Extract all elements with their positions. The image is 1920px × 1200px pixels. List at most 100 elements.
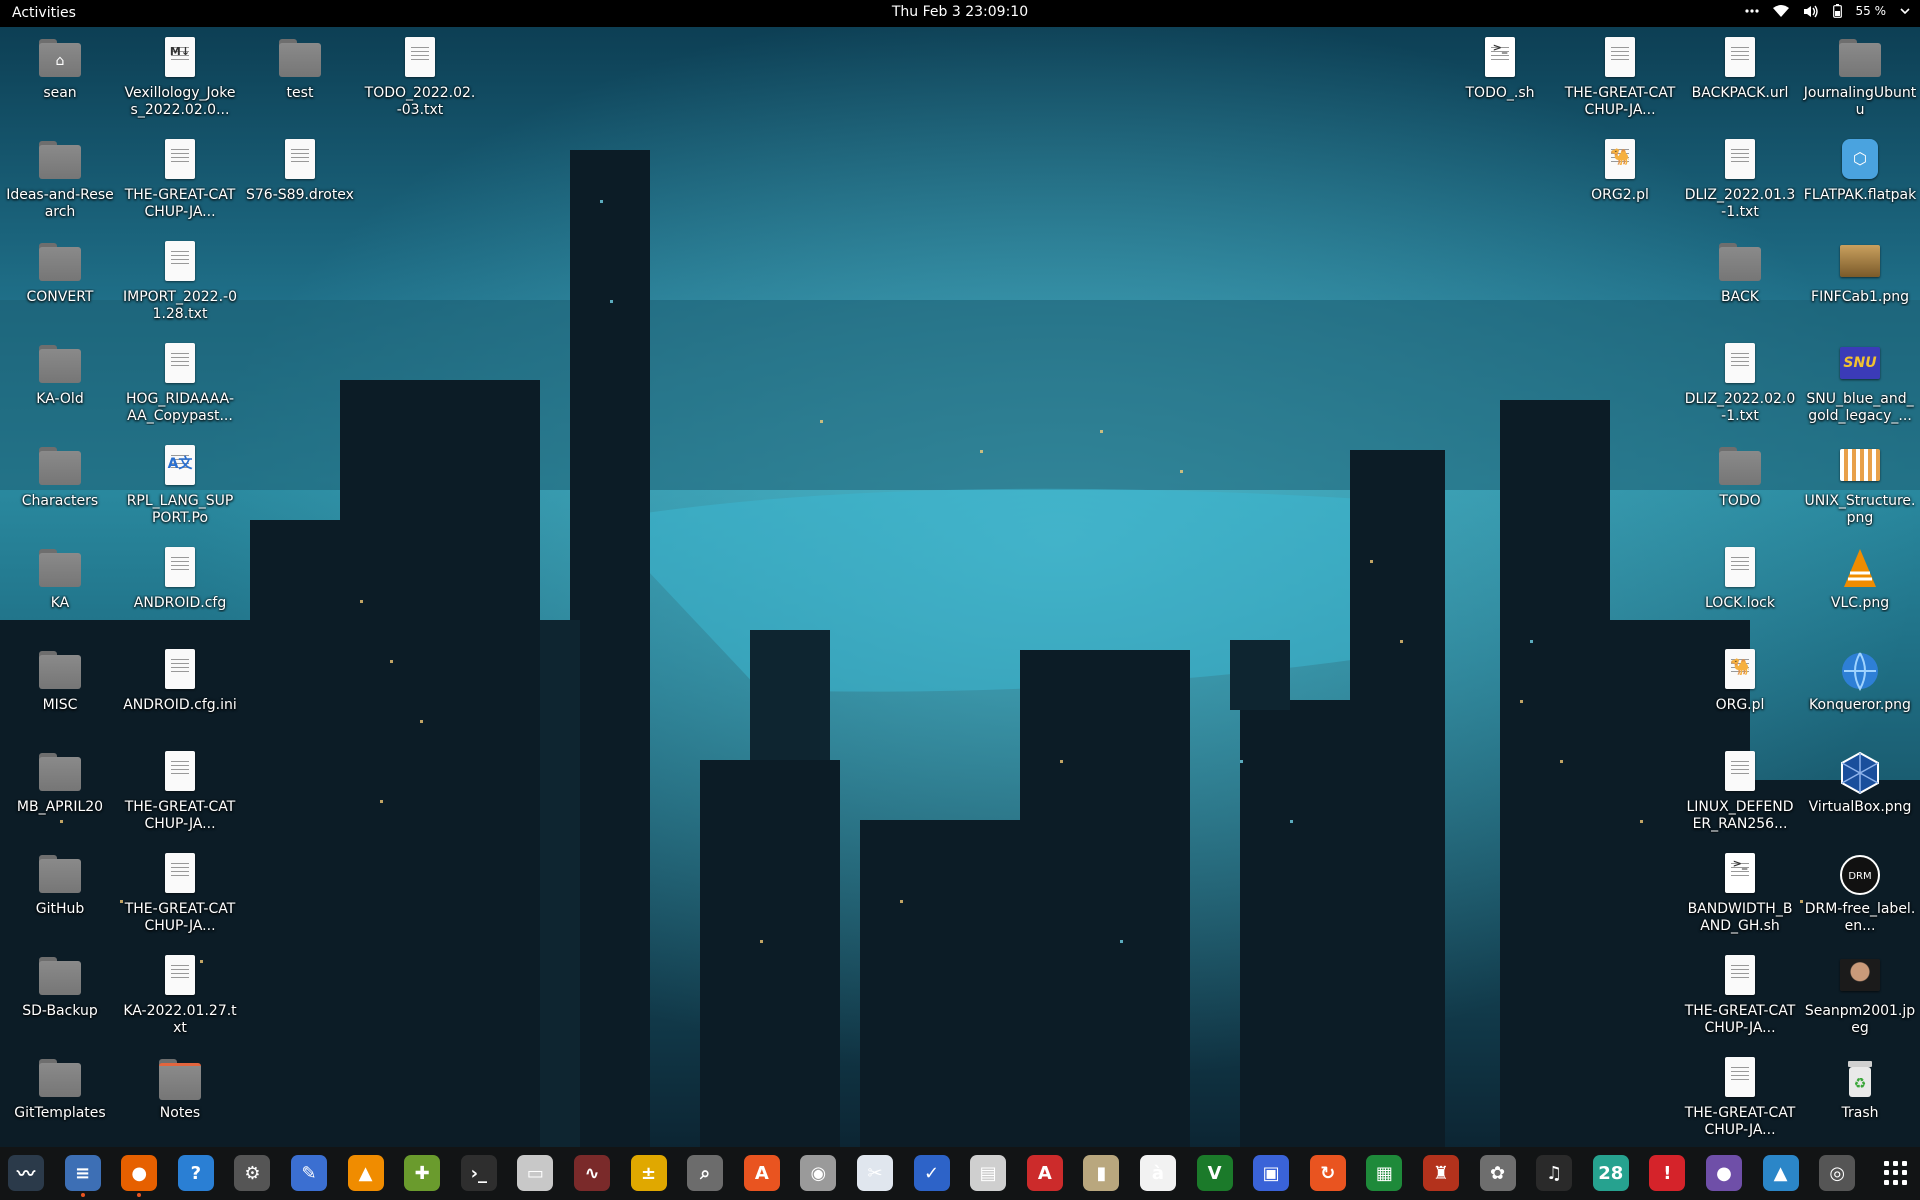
folder-icon — [36, 1055, 84, 1103]
desktop-item-unix-structure-png[interactable]: UNIX_Structure.png — [1801, 438, 1919, 536]
desktop-item-linux-defender-ran256[interactable]: LINUX_DEFENDER_RAN256... — [1681, 744, 1799, 842]
wifi-icon[interactable] — [1772, 5, 1789, 17]
dock-photo-app-icon[interactable]: ▲ — [1762, 1155, 1799, 1191]
clock[interactable]: Thu Feb 3 23:09:10 — [892, 4, 1028, 20]
dock-firefox-icon[interactable]: ● — [121, 1155, 158, 1197]
desktop-item-ka-2022-01-27-txt[interactable]: KA-2022.01.27.txt — [121, 948, 239, 1046]
desktop-item-todo-sh[interactable]: >_ TODO_.sh — [1441, 30, 1559, 128]
desktop-item-notes[interactable]: Notes — [121, 1050, 239, 1148]
volume-icon[interactable] — [1803, 5, 1819, 18]
dock-help-icon[interactable]: ? — [177, 1155, 214, 1191]
desktop-item-dliz-2022-01-3-1-txt[interactable]: DLIZ_2022.01.3-1.txt — [1681, 132, 1799, 230]
dock-vlc-icon[interactable]: ▲ — [347, 1155, 384, 1191]
desktop-item-ka-old[interactable]: KA-Old — [1, 336, 119, 434]
desktop-item-the-great-catchup-ja[interactable]: THE-GREAT-CATCHUP-JA... — [121, 744, 239, 842]
dock-gimp-icon[interactable]: ✿ — [1479, 1155, 1516, 1191]
desktop-item-ideas-and-research[interactable]: Ideas-and-Research — [1, 132, 119, 230]
desktop-item-sean[interactable]: ⌂ sean — [1, 30, 119, 128]
desktop-item-org-pl[interactable]: 🐪 ORG.pl — [1681, 642, 1799, 740]
dock-archive-manager-icon[interactable]: ▮ — [1083, 1155, 1120, 1191]
desktop-item-test[interactable]: test — [241, 30, 359, 128]
desktop-item-misc[interactable]: MISC — [1, 642, 119, 740]
desktop-item-rpl-lang-support-po[interactable]: A文 RPL_LANG_SUPPORT.Po — [121, 438, 239, 536]
dock-glyph: 28 — [1598, 1162, 1624, 1184]
dock-game-character-icon[interactable]: ♜ — [1423, 1155, 1459, 1191]
desktop-item-github[interactable]: GitHub — [1, 846, 119, 944]
desktop-item-bandwidth-band-gh-sh[interactable]: >_ BANDWIDTH_BAND_GH.sh — [1681, 846, 1799, 944]
desktop-item-convert[interactable]: CONVERT — [1, 234, 119, 332]
desktop-item-konqueror-png[interactable]: Konqueror.png — [1801, 642, 1919, 740]
desktop-item-lock-lock[interactable]: LOCK.lock — [1681, 540, 1799, 638]
desktop-item-snu-blue-and-gold-legacy[interactable]: SNU SNU_blue_and_gold_legacy_... — [1801, 336, 1919, 434]
desktop-item-backpack-url[interactable]: BACKPACK.url — [1681, 30, 1799, 128]
desktop-item-android-cfg[interactable]: ANDROID.cfg — [121, 540, 239, 638]
desktop-item-the-great-catchup-ja[interactable]: THE-GREAT-CATCHUP-JA... — [121, 132, 239, 230]
desktop-item-seanpm2001-jpeg[interactable]: Seanpm2001.jpeg — [1801, 948, 1919, 1046]
activities-button[interactable]: Activities — [12, 5, 76, 21]
desktop-item-todo[interactable]: TODO — [1681, 438, 1799, 536]
dock-terminal-icon[interactable]: ›_ — [460, 1155, 497, 1191]
show-applications-grid-icon[interactable] — [1884, 1161, 1908, 1185]
desktop-item-vlc-png[interactable]: VLC.png — [1801, 540, 1919, 638]
text-file-icon — [156, 851, 204, 899]
desktop-item-import-2022-01-28-txt[interactable]: IMPORT_2022.-01.28.txt — [121, 234, 239, 332]
desktop-item-sd-backup[interactable]: SD-Backup — [1, 948, 119, 1046]
desktop-item-characters[interactable]: Characters — [1, 438, 119, 536]
desktop-item-dliz-2022-02-0-1-txt[interactable]: DLIZ_2022.02.0-1.txt — [1681, 336, 1799, 434]
desktop-item-todo-2022-02-03-txt[interactable]: TODO_2022.02.-03.txt — [361, 30, 479, 128]
desktop-item-mb-april20[interactable]: MB_APRIL20 — [1, 744, 119, 842]
desktop-item-vexillology-jokes-2022-02-0[interactable]: M↓ Vexillology_Jokes_2022.02.0... — [121, 30, 239, 128]
desktop-item-flatpak-flatpak[interactable]: ⬡ FLATPAK.flatpak — [1801, 132, 1919, 230]
desktop-item-finfcab1-png[interactable]: FINFCab1.png — [1801, 234, 1919, 332]
dock-extensions-icon[interactable]: ✚ — [404, 1155, 441, 1191]
dock-image-viewer-icon[interactable]: ⌕ — [687, 1155, 724, 1191]
dock-system-monitor-icon[interactable]: 〰 — [8, 1155, 44, 1191]
desktop-item-virtualbox-png[interactable]: VirtualBox.png — [1801, 744, 1919, 842]
dock-spreadsheet-icon[interactable]: ▦ — [1366, 1155, 1403, 1191]
battery-percentage[interactable]: 55 % — [1856, 4, 1887, 18]
dock-calculator-icon[interactable]: ± — [630, 1155, 667, 1191]
dock-software-icon[interactable]: A — [743, 1155, 780, 1191]
desktop-item-back[interactable]: BACK — [1681, 234, 1799, 332]
dock-text-editor-icon[interactable]: ✎ — [291, 1155, 327, 1191]
desktop-item-trash[interactable]: ♻ Trash — [1801, 1050, 1919, 1148]
dock-update-manager-icon[interactable]: ↻ — [1309, 1155, 1346, 1191]
desktop-item-the-great-catchup-ja[interactable]: THE-GREAT-CATCHUP-JA... — [1681, 948, 1799, 1046]
dock-monitor-graph-icon[interactable]: ∿ — [574, 1155, 610, 1191]
dock-tasks-icon[interactable]: ✓ — [913, 1155, 950, 1191]
desktop-item-journalingubuntu[interactable]: JournalingUbuntu — [1801, 30, 1919, 128]
desktop-item-ka[interactable]: KA — [1, 540, 119, 638]
dock-error-reporter-icon[interactable]: ! — [1649, 1155, 1686, 1191]
system-status-area[interactable]: 55 % — [1744, 4, 1911, 18]
desktop-item-drm-free-label-en[interactable]: DRM DRM-free_label.en... — [1801, 846, 1919, 944]
dock-screen-recorder-icon[interactable]: ● — [1706, 1155, 1742, 1191]
system-menu-chevron-icon[interactable] — [1900, 8, 1910, 14]
desktop-item-hog-ridaaaa-aa-copypast[interactable]: HOG_RIDAAAA-AA_Copypast... — [121, 336, 239, 434]
desktop-item-label: Trash — [1841, 1105, 1879, 1121]
dock-pdf-reader-icon[interactable]: A — [1026, 1155, 1063, 1191]
desktop-item-label: Konqueror.png — [1809, 697, 1911, 713]
desktop-item-the-great-catchup-ja[interactable]: THE-GREAT-CATCHUP-JA... — [121, 846, 239, 944]
dock-disks-icon[interactable]: ◉ — [800, 1155, 837, 1191]
desktop-item-org2-pl[interactable]: 🐪 ORG2.pl — [1561, 132, 1679, 230]
desktop-item-label: Vexillology_Jokes_2022.02.0... — [124, 85, 236, 118]
desktop-item-the-great-catchup-ja[interactable]: THE-GREAT-CATCHUP-JA... — [1561, 30, 1679, 128]
dock-files-icon[interactable]: ▭ — [517, 1155, 554, 1191]
dock-calendar-icon[interactable]: 28 — [1592, 1155, 1629, 1191]
desktop-item-s76-s89-drotex[interactable]: S76-S89.drotex — [241, 132, 359, 230]
desktop-item-gittemplates[interactable]: GitTemplates — [1, 1050, 119, 1148]
dock-ubuntu-software-icon[interactable]: ◎ — [1819, 1155, 1856, 1191]
battery-icon[interactable] — [1832, 4, 1842, 18]
dock-settings-icon[interactable]: ⚙ — [234, 1155, 271, 1191]
dock-document-viewer-icon[interactable]: ▤ — [970, 1155, 1007, 1191]
more-icon[interactable] — [1744, 9, 1759, 13]
desktop-item-the-great-catchup-ja[interactable]: THE-GREAT-CATCHUP-JA... — [1681, 1050, 1799, 1148]
dock: 〰 ≡ ●? ⚙ ✎ ▲ ✚ ›_ ▭ ∿ ± ⌕ A ◉ ✂ ✓ ▤ A ▮ à V ▣ ↻ ▦ ♜ ✿ ♫ 28! ● ▲ ◎ — [0, 1147, 1920, 1200]
dock-remote-desktop-icon[interactable]: ▣ — [1253, 1155, 1290, 1191]
dock-text-editor-docs-icon[interactable]: ≡ — [64, 1155, 101, 1197]
desktop-item-android-cfg-ini[interactable]: ANDROID.cfg.ini — [121, 642, 239, 740]
dock-music-icon[interactable]: ♫ — [1536, 1155, 1573, 1191]
dock-character-map-icon[interactable]: à — [1140, 1155, 1176, 1191]
dock-screenshot-icon[interactable]: ✂ — [857, 1155, 893, 1191]
dock-vim-icon[interactable]: V — [1196, 1155, 1233, 1191]
